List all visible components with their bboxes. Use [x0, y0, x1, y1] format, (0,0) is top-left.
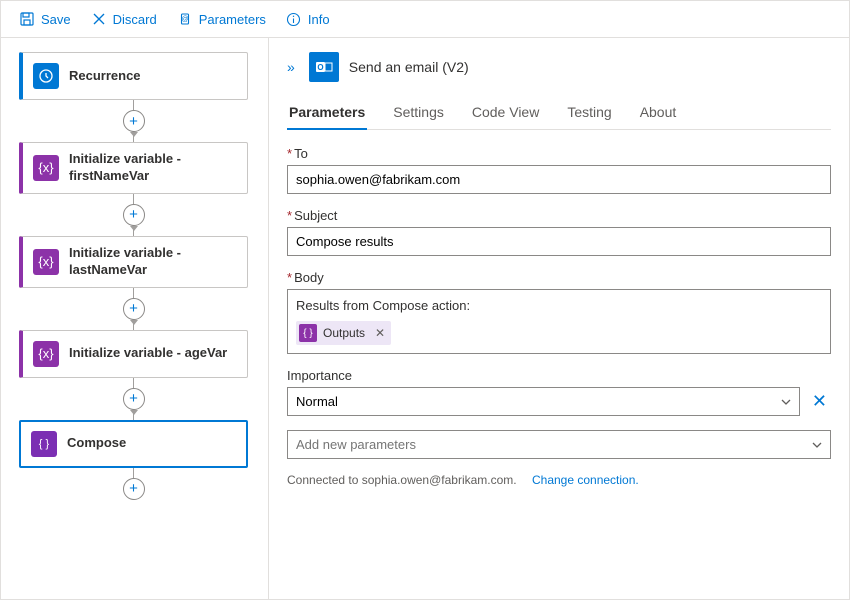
connector: + — [19, 468, 248, 500]
panel-title: Send an email (V2) — [349, 59, 469, 75]
node-label: Compose — [67, 435, 126, 452]
node-init-var-firstname[interactable]: {x} Initialize variable - firstNameVar — [19, 142, 248, 194]
tab-testing[interactable]: Testing — [565, 96, 613, 129]
tab-codeview[interactable]: Code View — [470, 96, 541, 129]
node-init-var-lastname[interactable]: {x} Initialize variable - lastNameVar — [19, 236, 248, 288]
body-input[interactable]: Results from Compose action: { } Outputs… — [287, 289, 831, 354]
add-step-button[interactable]: + — [123, 478, 145, 500]
field-subject: *Subject — [287, 208, 831, 256]
toolbar: Save Discard @ Parameters Info — [1, 1, 849, 38]
add-parameters-select[interactable] — [287, 430, 831, 459]
add-step-button[interactable]: + — [123, 298, 145, 320]
field-add-parameters — [287, 430, 831, 459]
token-outputs[interactable]: { } Outputs ✕ — [296, 321, 391, 345]
parameters-icon: @ — [177, 11, 193, 27]
save-button[interactable]: Save — [11, 7, 79, 31]
tab-about[interactable]: About — [638, 96, 679, 129]
importance-label: Importance — [287, 368, 831, 383]
clock-icon — [33, 63, 59, 89]
node-recurrence[interactable]: Recurrence — [19, 52, 248, 100]
variable-icon: {x} — [33, 249, 59, 275]
outlook-icon: O — [309, 52, 339, 82]
subject-label: *Subject — [287, 208, 831, 223]
panel-tabs: Parameters Settings Code View Testing Ab… — [287, 96, 831, 130]
node-label: Recurrence — [69, 68, 141, 85]
token-label: Outputs — [323, 326, 365, 340]
parameters-label: Parameters — [199, 12, 266, 27]
node-label: Initialize variable - lastNameVar — [69, 245, 237, 279]
parameters-button[interactable]: @ Parameters — [169, 7, 274, 31]
add-step-button[interactable]: + — [123, 388, 145, 410]
connection-info: Connected to sophia.owen@fabrikam.com. C… — [287, 473, 831, 487]
token-remove-icon[interactable]: ✕ — [375, 326, 385, 340]
connector: + — [19, 100, 248, 142]
importance-select[interactable] — [287, 387, 800, 416]
flow-canvas: Recurrence + {x} Initialize variable - f… — [1, 38, 269, 599]
info-button[interactable]: Info — [278, 7, 338, 31]
to-input[interactable] — [287, 165, 831, 194]
clear-importance-button[interactable]: ✕ — [808, 387, 831, 416]
save-icon — [19, 11, 35, 27]
body-label: *Body — [287, 270, 831, 285]
subject-input[interactable] — [287, 227, 831, 256]
compose-icon: { } — [31, 431, 57, 457]
info-label: Info — [308, 12, 330, 27]
save-label: Save — [41, 12, 71, 27]
add-step-button[interactable]: + — [123, 204, 145, 226]
info-icon — [286, 11, 302, 27]
add-step-button[interactable]: + — [123, 110, 145, 132]
field-importance: Importance ✕ — [287, 368, 831, 416]
svg-text:@: @ — [181, 16, 188, 23]
connector: + — [19, 378, 248, 420]
panel-header: » O Send an email (V2) — [287, 52, 831, 82]
main-split: Recurrence + {x} Initialize variable - f… — [1, 38, 849, 599]
collapse-icon[interactable]: » — [287, 59, 299, 75]
connector: + — [19, 288, 248, 330]
tab-parameters[interactable]: Parameters — [287, 96, 367, 130]
discard-icon — [91, 11, 107, 27]
svg-text:O: O — [317, 63, 323, 72]
tab-settings[interactable]: Settings — [391, 96, 446, 129]
discard-label: Discard — [113, 12, 157, 27]
app-root: Save Discard @ Parameters Info — [0, 0, 850, 600]
token-icon: { } — [299, 324, 317, 342]
node-compose[interactable]: { } Compose — [19, 420, 248, 468]
to-label: *To — [287, 146, 831, 161]
variable-icon: {x} — [33, 155, 59, 181]
connector: + — [19, 194, 248, 236]
node-init-var-age[interactable]: {x} Initialize variable - ageVar — [19, 330, 248, 378]
details-panel: » O Send an email (V2) Parameters Settin… — [269, 38, 849, 599]
body-text: Results from Compose action: — [296, 298, 822, 313]
variable-icon: {x} — [33, 341, 59, 367]
node-label: Initialize variable - firstNameVar — [69, 151, 237, 185]
node-label: Initialize variable - ageVar — [69, 345, 227, 362]
field-to: *To — [287, 146, 831, 194]
field-body: *Body Results from Compose action: { } O… — [287, 270, 831, 354]
discard-button[interactable]: Discard — [83, 7, 165, 31]
connection-text: Connected to sophia.owen@fabrikam.com. — [287, 473, 517, 487]
change-connection-link[interactable]: Change connection. — [532, 473, 639, 487]
